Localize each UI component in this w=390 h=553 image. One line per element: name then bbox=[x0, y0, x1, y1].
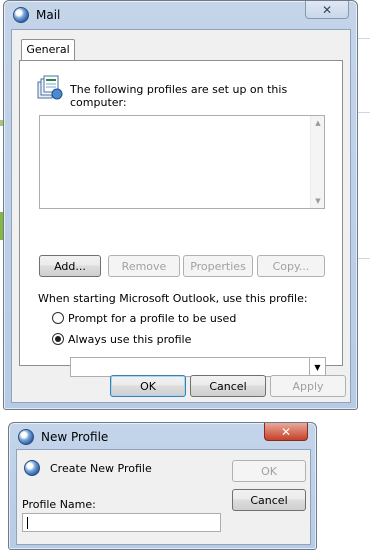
new-profile-body: Create New Profile OK Cancel Profile Nam… bbox=[16, 449, 311, 545]
tab-general[interactable]: General bbox=[21, 39, 75, 61]
mail-title-bar[interactable]: Mail ✕ bbox=[4, 1, 357, 29]
new-profile-dialog: New Profile ✕ Create New Profile OK Canc… bbox=[8, 422, 317, 550]
profiles-label: The following profiles are set up on thi… bbox=[70, 83, 288, 109]
new-profile-globe-icon bbox=[24, 460, 40, 476]
profiles-cards-icon bbox=[37, 75, 63, 100]
scroll-down-arrow-icon[interactable]: ▼ bbox=[311, 197, 325, 205]
cancel-button[interactable]: Cancel bbox=[190, 375, 266, 397]
copy-button[interactable]: Copy... bbox=[257, 255, 325, 277]
new-profile-title-bar[interactable]: New Profile ✕ bbox=[9, 423, 316, 451]
prompt-profile-label[interactable]: Prompt for a profile to be used bbox=[68, 312, 236, 325]
profile-name-label: Profile Name: bbox=[22, 498, 96, 511]
new-profile-cancel-button[interactable]: Cancel bbox=[232, 489, 306, 511]
background-divider bbox=[356, 112, 370, 113]
create-new-profile-heading: Create New Profile bbox=[50, 462, 152, 475]
mail-dialog-title: Mail bbox=[36, 8, 61, 22]
startup-profile-label: When starting Microsoft Outlook, use thi… bbox=[38, 292, 308, 305]
profiles-list[interactable]: ▲ ▼ bbox=[39, 115, 325, 209]
mail-globe-icon bbox=[18, 429, 34, 445]
prompt-profile-radio[interactable] bbox=[52, 312, 64, 324]
ok-button[interactable]: OK bbox=[110, 375, 186, 397]
close-icon: ✕ bbox=[280, 424, 292, 439]
new-profile-title: New Profile bbox=[41, 430, 109, 444]
profiles-list-scrollbar[interactable]: ▲ ▼ bbox=[310, 116, 324, 208]
properties-button[interactable]: Properties bbox=[183, 255, 253, 277]
new-profile-ok-button[interactable]: OK bbox=[232, 460, 306, 482]
remove-button[interactable]: Remove bbox=[108, 255, 180, 277]
mail-dialog-body: General The following profiles are set u… bbox=[11, 29, 351, 403]
general-tab-page: The following profiles are set up on thi… bbox=[19, 60, 343, 377]
scroll-up-arrow-icon[interactable]: ▲ bbox=[311, 119, 325, 127]
background-app-right bbox=[356, 0, 390, 553]
profile-select[interactable]: ▼ bbox=[70, 357, 326, 377]
close-button[interactable]: ✕ bbox=[264, 423, 308, 441]
background-divider bbox=[356, 38, 370, 39]
text-caret bbox=[27, 517, 28, 529]
profile-name-input[interactable] bbox=[22, 513, 221, 532]
add-button[interactable]: Add... bbox=[39, 255, 101, 277]
background-divider bbox=[356, 258, 370, 259]
chevron-down-icon[interactable]: ▼ bbox=[309, 358, 325, 376]
close-button[interactable]: ✕ bbox=[305, 1, 349, 19]
mail-globe-icon bbox=[13, 7, 29, 23]
always-use-profile-label[interactable]: Always use this profile bbox=[68, 333, 191, 346]
mail-dialog: Mail ✕ General The following profiles ar… bbox=[3, 0, 358, 410]
apply-button[interactable]: Apply bbox=[270, 375, 346, 397]
always-use-profile-radio[interactable] bbox=[52, 333, 64, 345]
close-icon: ✕ bbox=[321, 2, 333, 17]
